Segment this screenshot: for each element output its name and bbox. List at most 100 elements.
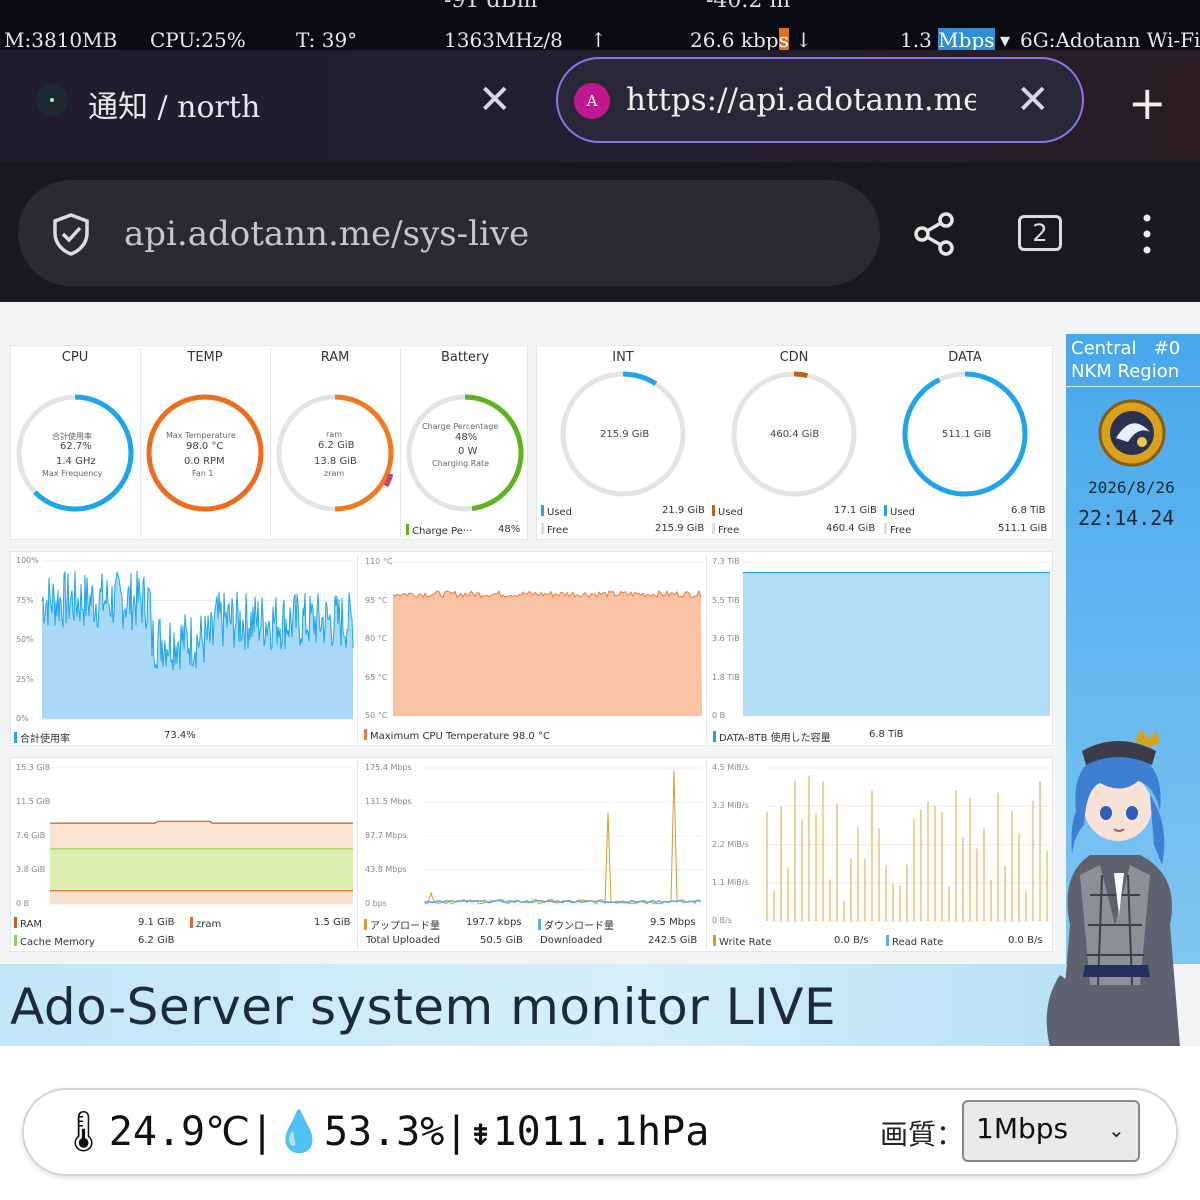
y-tick-label: 43.8 Mbps (365, 865, 407, 874)
y-tick-label: 25% (16, 674, 34, 684)
zram-area (50, 890, 353, 904)
storage-arc (793, 371, 809, 378)
used-label: Used (547, 507, 573, 518)
data-free-center: 511.1 GiB (942, 429, 992, 440)
cache-legend-label: Cache Memory (20, 937, 95, 948)
emblem-icon (1098, 399, 1166, 467)
y-tick-label: 65 °C (365, 672, 388, 682)
y-tick-label: 100% (16, 556, 39, 565)
total-uploaded-value: 50.5 GiB (480, 935, 523, 946)
divider: | (444, 1109, 469, 1155)
used-label: Used (718, 507, 744, 518)
y-tick-label: 87.7 Mbps (365, 831, 407, 840)
gauge-title-battery: Battery (440, 350, 490, 365)
cpu-usage-area (42, 571, 353, 719)
y-tick-label: 3.6 TiB (712, 634, 740, 643)
chevron-down-icon[interactable]: ⌄ (1108, 1118, 1125, 1142)
banner-title: Ado-Server system monitor LIVE (10, 978, 837, 1036)
download-rate: 1.3 Mbps (900, 28, 995, 52)
gauge-arc (146, 394, 264, 512)
tab-favicon-icon (36, 84, 68, 116)
cdn-used-value: 17.1 GiB (834, 505, 877, 516)
url-text[interactable]: api.adotann.me/sys-live (124, 214, 529, 254)
active-tab-title[interactable]: https://api.adotann.me/sys-live (626, 82, 976, 118)
upload-legend: アップロード量 (364, 917, 440, 932)
cpu-temp-legend-label: Maximum CPU Temperature (370, 731, 510, 742)
data-used-value: 6.8 TiB (1011, 505, 1046, 516)
ram-legend-label: RAM (20, 919, 43, 930)
divider: | (250, 1109, 275, 1155)
data-usage-area (743, 572, 1050, 716)
int-used-label: Used (541, 505, 572, 518)
share-icon[interactable] (910, 210, 958, 258)
tab-count-button[interactable]: 2 (1018, 215, 1062, 251)
data-free-label: Free (884, 523, 911, 536)
used-label: Used (890, 507, 916, 518)
y-tick-label: 50% (16, 635, 34, 644)
gauge-arc (33, 394, 134, 512)
downloaded-label: Downloaded (540, 935, 603, 946)
ram-legend: RAM (14, 917, 42, 930)
y-tick-label: 80 °C (365, 634, 388, 643)
upload-rate-value: 26.6 kbp (690, 28, 779, 52)
y-tick-label: 0 bps (365, 899, 387, 908)
close-tab-icon[interactable]: ✕ (1016, 80, 1050, 120)
cdn-free-value: 460.4 GiB (826, 523, 876, 534)
battery-legend-label: Charge Pe··· (412, 526, 473, 537)
upload-rate: 26.6 kbps ↓ (690, 28, 812, 52)
y-tick-label: 1.8 TiB (712, 672, 740, 682)
gauge-title-cpu: CPU (61, 350, 89, 365)
int-free-value: 215.9 GiB (655, 523, 705, 534)
cpu-temp-legend: Maximum CPU Temperature 98.0 °C (364, 729, 550, 742)
fan-gauge-label: Fan 1 (192, 469, 214, 478)
temp-gauge-label: Max Temperature (166, 431, 236, 440)
download-legend: ダウンロード量 (538, 917, 614, 932)
download-legend-value: 9.5 Mbps (650, 917, 696, 928)
cpu-gauge-freq: 1.4 GHz (56, 456, 96, 467)
sidebar-date: 2026/8/26 (1088, 478, 1175, 497)
close-tab-icon[interactable]: ✕ (478, 80, 512, 120)
pressure-icon: ⇟ (468, 1109, 493, 1155)
download-arrow-icon: ↓ (795, 28, 813, 52)
data-free-value: 511.1 GiB (998, 523, 1048, 534)
cache-legend-value: 6.2 GiB (138, 935, 175, 946)
data-usage-legend: DATA-8TB 使用した容量 (713, 729, 831, 744)
y-tick-label: 3.3 MiB/s (712, 801, 749, 811)
signal-strength: -91 dBm (444, 0, 538, 13)
ram-gauge-value: 6.2 GiB (318, 440, 355, 451)
memory-readout: M:3810MB (4, 28, 118, 52)
new-tab-icon[interactable]: + (1128, 80, 1167, 126)
zram-gauge-label: zram (324, 469, 345, 478)
int-used-value: 21.9 GiB (662, 505, 705, 516)
altitude: -40.2 m (706, 0, 791, 13)
data-usage-legend-label: DATA-8TB 使用した容量 (719, 733, 831, 744)
cpu-usage-legend: 合計使用率 (14, 730, 70, 745)
cpu-gauge-freq-label: Max Frequency (42, 469, 103, 478)
y-tick-label: 1.1 MiB/s (712, 877, 749, 887)
character-illustration (1046, 729, 1180, 1047)
cpu-gauge-value: 62.7% (60, 441, 92, 452)
cdn-free-label: Free (712, 523, 739, 536)
y-tick-label: 2.2 MiB/s (712, 839, 749, 849)
tab-title[interactable]: 通知 / north (88, 82, 260, 126)
region-line-1: Central #0 (1071, 338, 1181, 359)
write-rate-value: 0.0 B/s (834, 935, 869, 946)
read-rate-legend: Read Rate (886, 935, 943, 948)
temp-gauge-value: 98.0 °C (186, 441, 224, 452)
more-menu-icon[interactable] (1138, 212, 1156, 256)
shield-check-icon[interactable] (50, 212, 92, 256)
environment-readout: 🌡24.9℃|💧53.3%|⇟1011.1hPa (58, 1108, 709, 1155)
temperature-value: 24.9℃ (108, 1109, 251, 1155)
y-tick-label: 3.8 GiB (16, 865, 46, 874)
time-series-row-1 (41, 560, 1050, 720)
cdn-used-label: Used (712, 505, 743, 518)
download-legend-label: ダウンロード量 (544, 921, 614, 932)
cpu-usage-legend-value: 73.4% (164, 730, 196, 741)
y-tick-label: 50 °C (365, 711, 388, 720)
read-rate-label: Read Rate (892, 937, 944, 948)
site-favicon-icon: A (574, 83, 610, 119)
upload-arrow-icon: ↑ (590, 28, 607, 52)
y-tick-label: 11.5 GiB (16, 797, 51, 806)
y-tick-label: 175.4 Mbps (365, 763, 412, 772)
zram-legend-value: 1.5 GiB (314, 917, 351, 928)
